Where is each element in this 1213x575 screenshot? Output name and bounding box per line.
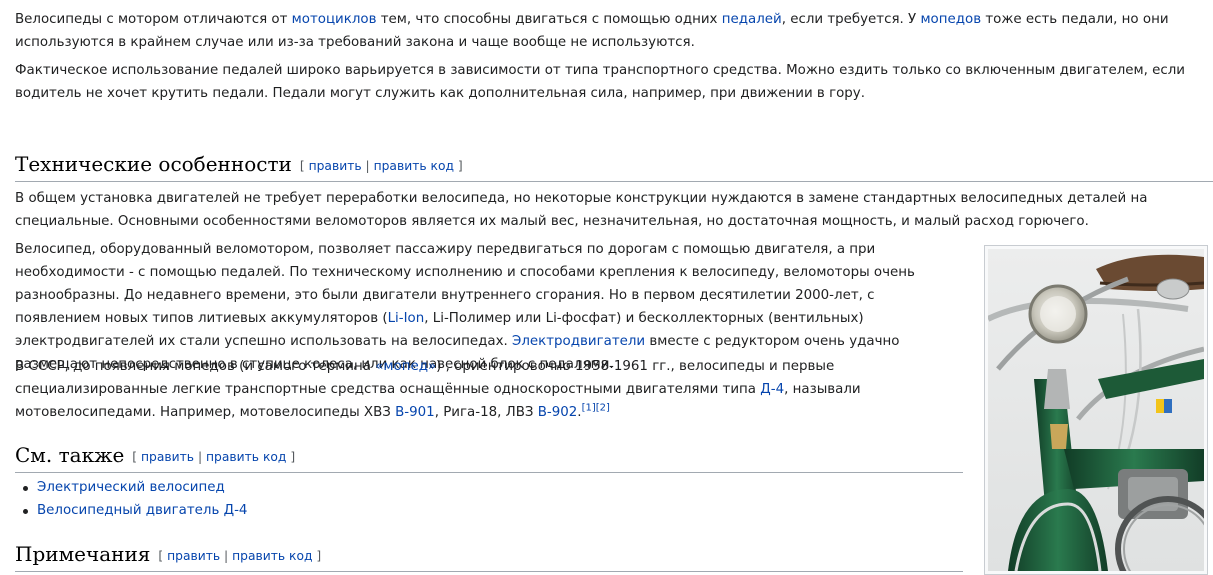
text-run: , если требуется. У [781, 12, 921, 27]
tech-paragraph-3: В СССР, до появления мопедов (и самого т… [15, 355, 963, 424]
inline-link[interactable]: В-902 [538, 405, 578, 420]
reference-link[interactable]: [2] [596, 403, 610, 414]
reference-superscript: [1] [582, 403, 596, 414]
see-also-list: Электрический велосипед Велосипедный дви… [15, 476, 247, 522]
text-run: , Рига-18, ЛВЗ [434, 405, 538, 420]
inline-link[interactable]: Д-4 [760, 382, 784, 397]
inline-link[interactable]: мопедов [920, 12, 981, 27]
section-heading-tech: Технические особенности [ править | прави… [15, 151, 1213, 182]
edit-code-link[interactable]: править код [232, 549, 312, 563]
inline-link[interactable]: Электродвигатели [512, 334, 645, 349]
edit-section: [ править | править код ] [132, 449, 296, 464]
edit-section: [ править | править код ] [158, 548, 322, 563]
section-title: Примечания [15, 542, 151, 566]
list-item: Электрический велосипед [22, 476, 247, 499]
inline-link[interactable]: В-901 [395, 405, 435, 420]
inline-link[interactable]: Li-Ion [388, 311, 425, 326]
section-title: См. также [15, 443, 125, 467]
text-run: тем, что способны двигаться с помощью од… [376, 12, 722, 27]
inline-link[interactable]: «мопед» [375, 359, 436, 374]
see-also-link-electric-bicycle[interactable]: Электрический велосипед [37, 480, 225, 495]
edit-code-link[interactable]: править код [374, 159, 454, 173]
thumbnail-image[interactable] [984, 245, 1208, 575]
edit-link[interactable]: править [309, 159, 362, 173]
motorbicycle-photo [988, 249, 1204, 571]
list-item: Велосипедный двигатель Д-4 [22, 499, 247, 522]
inline-link[interactable]: педалей [722, 12, 782, 27]
intro-paragraph-1: Велосипеды с мотором отличаются от мотоц… [15, 8, 1195, 54]
intro-paragraph-2: Фактическое использование педалей широко… [15, 63, 1186, 101]
edit-link[interactable]: править [167, 549, 220, 563]
text-run: Велосипеды с мотором отличаются от [15, 12, 292, 27]
edit-code-link[interactable]: править код [206, 450, 286, 464]
tech-paragraph-1: В общем установка двигателей не требует … [15, 191, 1148, 229]
inline-link[interactable]: мотоциклов [292, 12, 377, 27]
edit-section: [ править | править код ] [299, 158, 463, 173]
section-heading-notes: Примечания [ править | править код ] [15, 541, 963, 572]
see-also-link-d4-engine[interactable]: Велосипедный двигатель Д-4 [37, 503, 247, 518]
edit-link[interactable]: править [141, 450, 194, 464]
reference-link[interactable]: [1] [582, 403, 596, 414]
reference-superscript: [2] [596, 403, 610, 414]
text-run: В СССР, до появления мопедов (и самого т… [15, 359, 376, 374]
section-title: Технические особенности [15, 152, 292, 176]
section-heading-see-also: См. также [ править | править код ] [15, 442, 963, 473]
